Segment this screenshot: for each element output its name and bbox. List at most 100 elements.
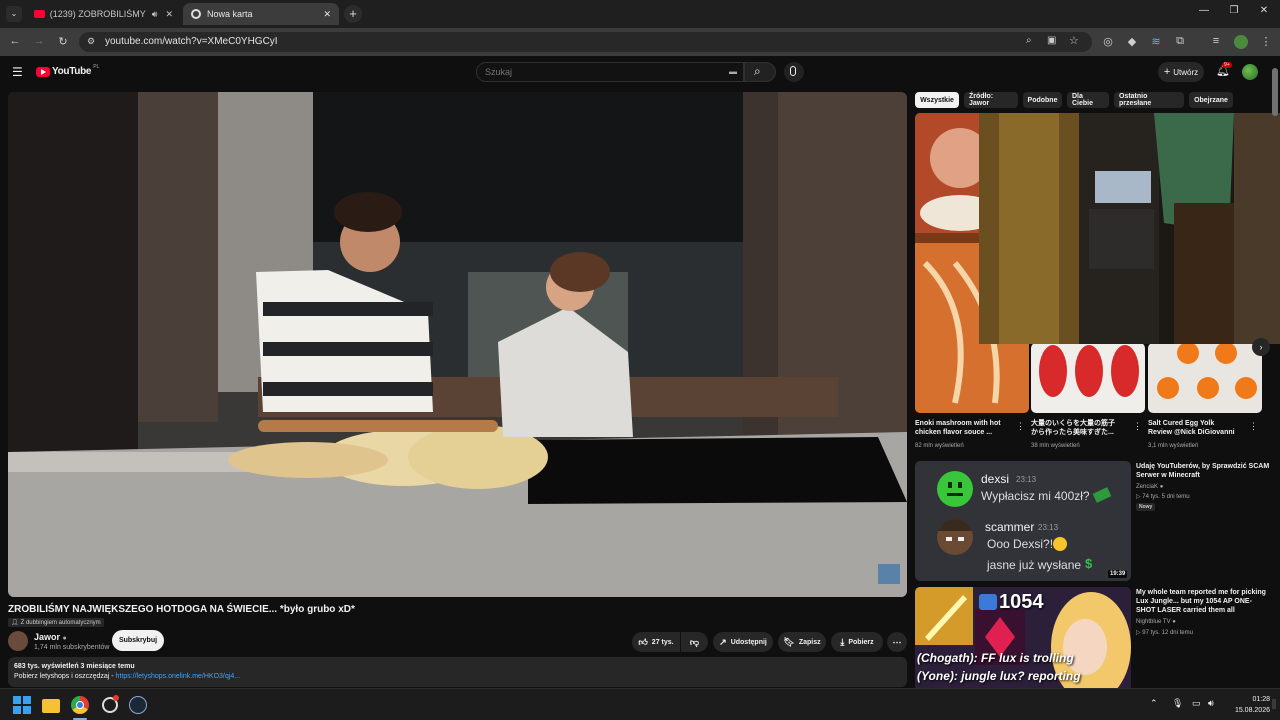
profile-avatar[interactable] — [1234, 35, 1248, 49]
address-bar[interactable]: ⚙ youtube.com/watch?v=XMeC0YHGCyI ⌕ ▣ ☆ — [79, 32, 1092, 52]
recommended-title-line: My whole team reported me for picking — [1136, 589, 1266, 596]
verified-icon: ● — [62, 635, 67, 642]
share-button[interactable]: ↗ Udostępnij — [713, 632, 773, 652]
browser-tab-youtube[interactable]: (1239) ZOBROBILIŚMY NAJWI 🔊︎ ✕ — [26, 3, 181, 25]
download-icon: ⤓ — [840, 636, 845, 647]
chip-recently-uploaded[interactable]: Ostatnio przesłane — [1114, 92, 1184, 108]
notification-center-icon[interactable] — [1272, 699, 1276, 709]
steam-taskbar-icon[interactable] — [128, 695, 148, 715]
speaker-icon[interactable]: 🔊︎ — [152, 9, 158, 20]
plus-icon: + — [1163, 66, 1171, 78]
chrome-favicon-icon — [191, 9, 201, 19]
dislike-button[interactable]: 👎︎ — [681, 632, 708, 652]
chat-avatar-smiley — [937, 471, 973, 507]
chip-similar[interactable]: Podobne — [1023, 92, 1062, 108]
file-explorer-icon[interactable] — [41, 695, 61, 715]
extension-wave-icon[interactable]: ≋ — [1148, 35, 1164, 48]
search-box[interactable]: ▬ — [476, 62, 744, 82]
browser-tab-new[interactable]: Nowa karta ✕ — [183, 3, 339, 25]
short-title-3[interactable]: Salt Cured Egg Yolk Review @Nick DiGiova… — [1148, 419, 1248, 437]
download-button[interactable]: ⤓ Pobierz — [831, 632, 883, 652]
browser-tab-strip: ⌄ (1239) ZOBROBILIŚMY NAJWI 🔊︎ ✕ Nowa ka… — [0, 0, 1280, 28]
create-button[interactable]: + Utwórz — [1158, 62, 1204, 82]
tray-microphone-icon[interactable]: 🎙︎ — [1172, 698, 1183, 709]
short-more-icon[interactable]: ⋮ — [1249, 421, 1258, 432]
recommended-thumbnail-1[interactable]: dexsi 23:13 Wypłacisz mi 400zł? scammer … — [915, 461, 1131, 581]
subscribe-button[interactable]: Subskrybuj — [112, 630, 164, 651]
forward-icon[interactable]: → — [31, 35, 47, 47]
create-label: Utwórz — [1173, 67, 1199, 77]
search-button[interactable]: ⌕ — [744, 62, 776, 82]
recommended-title-2[interactable]: My whole team reported me for picking Lu… — [1136, 588, 1272, 615]
new-tab-button[interactable]: + — [344, 5, 362, 23]
restore-icon[interactable]: ❐ — [1224, 5, 1244, 16]
description-link[interactable]: https://letyshops.onelink.me/HKO3/qj4... — [116, 673, 241, 680]
chip-watched[interactable]: Obejrzane — [1189, 92, 1233, 108]
zoom-icon[interactable]: ⌕ — [1026, 35, 1032, 46]
minimize-icon[interactable]: — — [1194, 5, 1214, 16]
video-player[interactable] — [8, 92, 907, 597]
like-button[interactable]: 👍︎ 27 tys. — [632, 632, 680, 652]
recommended-channel-2[interactable]: Nightblue TV ● — [1136, 619, 1176, 625]
youtube-logo[interactable]: YouTube PL — [36, 64, 99, 77]
chip-all[interactable]: Wszystkie — [915, 92, 959, 108]
tray-chevron-icon[interactable]: ⌃ — [1150, 698, 1158, 709]
keyboard-icon[interactable]: ▬ — [729, 67, 737, 76]
short-views-3: 3,1 mln wyświetleń — [1148, 443, 1199, 449]
channel-avatar[interactable] — [8, 631, 28, 651]
voice-search-button[interactable] — [784, 62, 804, 82]
site-info-icon[interactable]: ⚙ — [87, 36, 95, 47]
save-button[interactable]: 🔖︎ Zapisz — [778, 632, 826, 652]
page-scrollbar[interactable] — [1272, 68, 1278, 116]
chrome-taskbar-icon[interactable] — [70, 695, 90, 720]
account-avatar[interactable] — [1242, 64, 1258, 80]
close-tab-icon[interactable]: ✕ — [165, 9, 173, 20]
system-clock[interactable]: 01:28 15.08.2026 — [1235, 694, 1270, 716]
install-icon[interactable]: ▣ — [1047, 35, 1056, 46]
tab-list-dropdown[interactable]: ⌄ — [6, 6, 22, 22]
more-actions-button[interactable]: ⋯ — [887, 632, 907, 652]
back-icon[interactable]: ← — [7, 35, 23, 47]
short-title-1[interactable]: Enoki mashroom with hot chicken flavor s… — [915, 419, 1015, 437]
recommended-title-line: SHOT LASER carried them all — [1136, 607, 1235, 614]
chip-for-you[interactable]: Dla Ciebie — [1067, 92, 1109, 108]
windows-start-icon[interactable] — [12, 695, 32, 715]
extension-diamond-icon[interactable]: ◆ — [1124, 35, 1140, 48]
chat-avatar-minecraft — [937, 519, 973, 555]
chat-message: jasne już wysłane — [987, 558, 1082, 572]
subscriber-count: 1,74 mln subskrybentów — [34, 644, 110, 651]
reload-icon[interactable]: ↻ — [55, 35, 71, 48]
recommended-thumbnail-2[interactable]: 1054 (Chogath): FF lux is trolling (Yone… — [915, 587, 1131, 688]
extension-glasses-icon[interactable]: ◎ — [1100, 35, 1116, 48]
short-more-icon[interactable]: ⋮ — [1133, 421, 1142, 432]
like-count: 27 tys. — [651, 638, 674, 646]
recommended-meta-2: ▷ 97 tys. 12 dni temu — [1136, 630, 1193, 636]
recommended-title-1[interactable]: Udaję YouTuberów, by Sprawdzić SCAM Serw… — [1136, 462, 1272, 480]
hamburger-menu-icon[interactable]: ☰ — [12, 65, 23, 79]
short-thumbnail-3[interactable] — [1148, 343, 1262, 413]
chip-source-jawor[interactable]: Źródło: Jawor — [964, 92, 1018, 108]
browser-menu-icon[interactable]: ⋮ — [1258, 35, 1274, 48]
bookmark-star-icon[interactable]: ☆ — [1069, 34, 1079, 47]
extensions-puzzle-icon[interactable]: ⧉ — [1172, 35, 1188, 48]
clock-time: 01:28 — [1252, 696, 1270, 703]
channel-name[interactable]: Jawor ● — [34, 632, 67, 642]
bookmark-icon: 🔖︎ — [783, 636, 795, 647]
notification-badge: 9+ — [1222, 62, 1232, 68]
close-tab-icon[interactable]: ✕ — [323, 9, 331, 20]
short-more-icon[interactable]: ⋮ — [1016, 421, 1025, 432]
short-title-2[interactable]: 大量のいくらを大量の筋子 から作ったら美味すぎた... — [1031, 419, 1131, 437]
short-thumbnail-2[interactable] — [1031, 343, 1145, 413]
recommended-channel-1[interactable]: ZenciaK ● — [1136, 484, 1163, 490]
search-input[interactable] — [485, 67, 725, 77]
miniplayer-overlay[interactable] — [979, 113, 1280, 344]
windows-taskbar: ⌃ 🎙︎ ▭ 🔊︎ 01:28 15.08.2026 — [0, 688, 1280, 720]
description-line: Pobierz letyshops i oszczędzaj - https:/… — [14, 673, 901, 680]
close-window-icon[interactable]: ✕ — [1254, 5, 1274, 16]
media-control-icon[interactable]: ≡ — [1208, 35, 1224, 47]
shorts-next-arrow-icon[interactable]: › — [1252, 338, 1270, 356]
tray-display-icon[interactable]: ▭ — [1192, 698, 1201, 709]
description-box[interactable]: 683 tys. wyświetleń 3 miesiące temu Pobi… — [8, 657, 907, 687]
app-taskbar-icon[interactable] — [100, 695, 120, 715]
tray-volume-icon[interactable]: 🔊︎ — [1208, 698, 1214, 709]
